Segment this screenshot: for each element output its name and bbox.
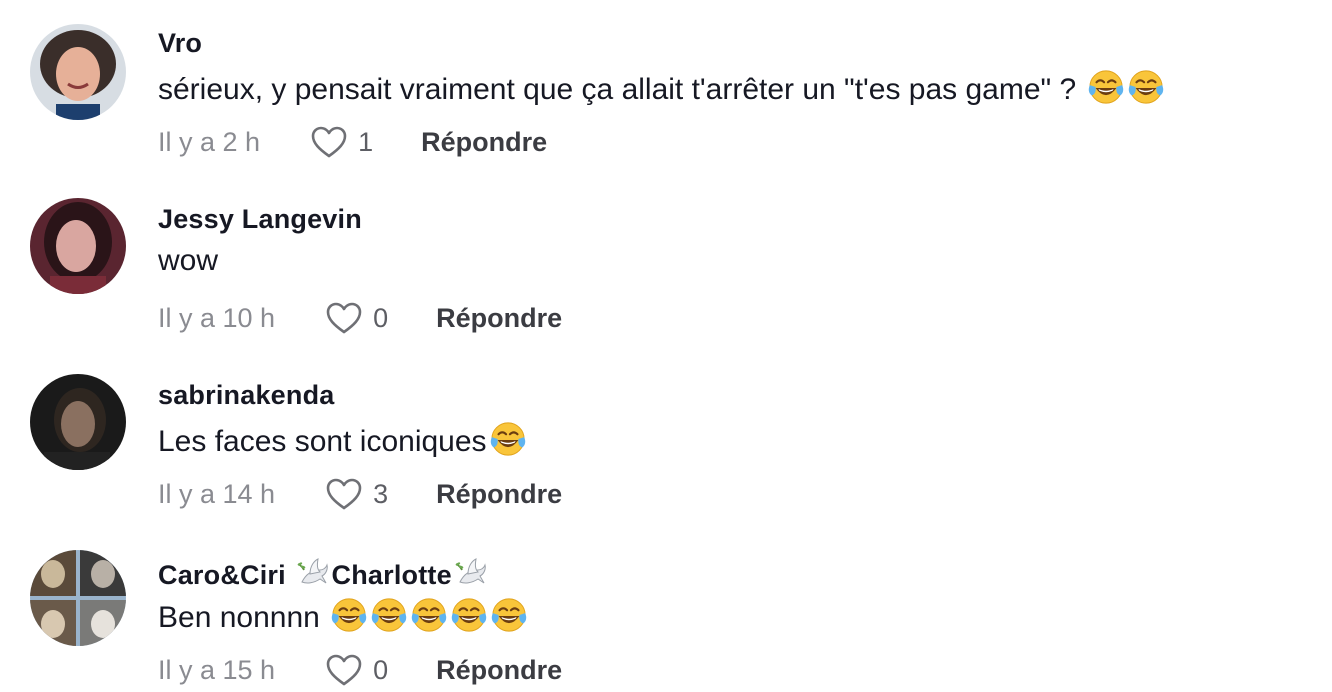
comment-timestamp: Il y a 15 h	[158, 654, 276, 685]
dove-of-peace-icon	[296, 556, 330, 590]
comment-text-body: wow	[158, 244, 219, 277]
comment-text-body: Ben nonnnn	[158, 601, 329, 634]
heart-icon	[325, 477, 363, 511]
comment-meta: Il y a 10 h 0 Répondre	[158, 300, 562, 336]
like-button[interactable]: 0	[325, 653, 388, 687]
comment-username[interactable]: sabrinakenda	[158, 380, 334, 411]
avatar[interactable]	[30, 198, 126, 294]
avatar[interactable]	[30, 24, 126, 120]
comment-username[interactable]: Caro&Ciri Charlotte	[158, 556, 490, 591]
face-with-tears-of-joy-icon	[450, 596, 488, 634]
like-button[interactable]: 0	[325, 301, 388, 335]
comment-meta: Il y a 15 h 0 Répondre	[158, 652, 562, 688]
comment-text: Ben nonnnn	[158, 596, 528, 635]
face-with-tears-of-joy-icon	[490, 596, 528, 634]
comment-text: wow	[158, 244, 218, 278]
avatar[interactable]	[30, 374, 126, 470]
comment-timestamp: Il y a 14 h	[158, 478, 276, 509]
face-with-tears-of-joy-icon	[410, 596, 448, 634]
face-with-tears-of-joy-icon	[370, 596, 408, 634]
comment-username[interactable]: Jessy Langevin	[158, 204, 362, 235]
comment-username[interactable]: Vro	[158, 28, 202, 59]
like-button[interactable]: 3	[325, 477, 388, 511]
like-button[interactable]: 1	[310, 125, 373, 159]
comment-meta: Il y a 2 h 1 Répondre	[158, 124, 547, 160]
reply-button[interactable]: Répondre	[436, 479, 562, 510]
face-with-tears-of-joy-icon	[330, 596, 368, 634]
dove-of-peace-icon	[454, 556, 488, 590]
like-count: 0	[373, 302, 389, 333]
username-part: Caro&Ciri	[158, 560, 294, 590]
heart-icon	[325, 653, 363, 687]
like-count: 0	[373, 654, 389, 685]
username-part: Charlotte	[331, 560, 452, 590]
comment-timestamp: Il y a 2 h	[158, 126, 261, 157]
comment-meta: Il y a 14 h 3 Répondre	[158, 476, 562, 512]
comment-item: Vro sérieux, y pensait vraiment que ça a…	[0, 24, 1332, 204]
face-with-tears-of-joy-icon	[1127, 68, 1165, 106]
comment-timestamp: Il y a 10 h	[158, 302, 276, 333]
comment-text-body: Les faces sont iconiques	[158, 425, 487, 458]
reply-button[interactable]: Répondre	[436, 303, 562, 334]
comment-text: Les faces sont iconiques	[158, 420, 527, 459]
comment-text: sérieux, y pensait vraiment que ça allai…	[158, 68, 1165, 107]
reply-button[interactable]: Répondre	[436, 655, 562, 686]
comment-item: sabrinakenda Les faces sont iconiques Il…	[0, 374, 1332, 556]
comment-text-body: sérieux, y pensait vraiment que ça allai…	[158, 73, 1085, 106]
face-with-tears-of-joy-icon	[489, 420, 527, 458]
avatar[interactable]	[30, 550, 126, 646]
comment-item: Caro&Ciri Charlotte Ben nonnnn Il y a 15…	[0, 550, 1332, 692]
like-count: 3	[373, 478, 389, 509]
reply-button[interactable]: Répondre	[421, 127, 547, 158]
heart-icon	[325, 301, 363, 335]
like-count: 1	[358, 126, 374, 157]
face-with-tears-of-joy-icon	[1087, 68, 1125, 106]
heart-icon	[310, 125, 348, 159]
comment-item: Jessy Langevin wow Il y a 10 h 0 Répondr…	[0, 198, 1332, 380]
